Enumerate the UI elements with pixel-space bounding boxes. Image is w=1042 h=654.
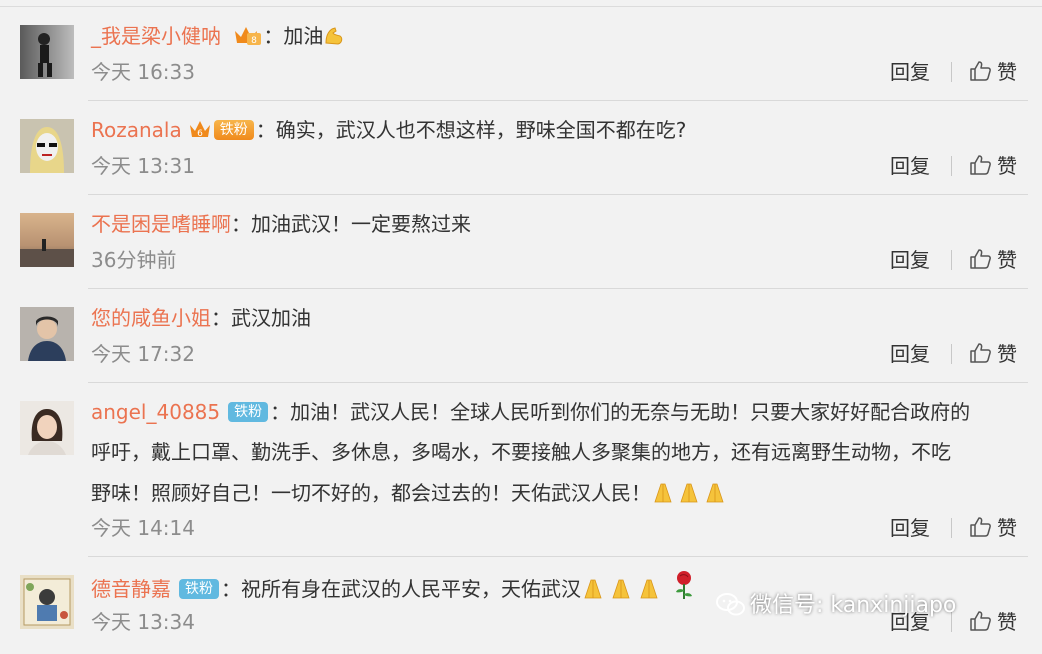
like-button[interactable]: 赞 <box>969 58 1017 86</box>
like-button[interactable]: 赞 <box>969 340 1017 368</box>
comment-time: 今天 16:33 <box>91 60 195 84</box>
action-divider <box>951 344 952 364</box>
like-button[interactable]: 赞 <box>969 514 1017 542</box>
separator: ： <box>263 24 284 48</box>
like-label: 赞 <box>997 60 1017 84</box>
comment-item: 您的咸鱼小姐：武汉加油 今天 17:32 回复 赞 <box>0 289 1042 383</box>
username-link[interactable]: 不是困是嗜睡啊 <box>91 212 231 236</box>
comment-header: 德音静嘉 铁粉 ：祝所有身在武汉的人民平安，天佑武汉 <box>91 570 697 609</box>
avatar[interactable] <box>20 575 74 629</box>
comment-time: 今天 14:14 <box>91 516 195 540</box>
comment-text-line-2: 呼吁，戴上口罩、勤洗手、多休息，多喝水，不要接触人多聚集的地方，还有远离野生动物… <box>91 440 951 464</box>
fan-badge: 铁粉 <box>213 120 254 140</box>
comment-text-line-3: 野味！照顾好自己！一切不好的，都会过去的！天佑武汉人民！ <box>91 481 651 505</box>
comment-text-line-1: 加油！武汉人民！全球人民听到你们的无奈与无助！只要大家好好配合政府的 <box>290 400 971 424</box>
thumbs-up-icon <box>970 611 991 631</box>
action-divider <box>951 62 952 82</box>
wechat-icon <box>716 593 745 616</box>
like-button[interactable]: 赞 <box>969 608 1017 636</box>
rose-icon <box>671 570 697 609</box>
comment-text: 加油 <box>283 24 324 48</box>
comment-time: 36分钟前 <box>91 248 177 272</box>
comment-item: Rozanala 6 铁粉 ：确实，武汉人也不想这样，野味全国不都在吃? 今天 13:… <box>0 101 1042 195</box>
avatar[interactable] <box>20 401 74 455</box>
separator: ： <box>270 400 291 424</box>
comment-time: 今天 13:34 <box>91 610 195 634</box>
comment-item: _我是梁小健呐 8 ：加油 今天 16:33 回复 赞 <box>0 7 1042 101</box>
comment-header: _我是梁小健呐 8 ：加油 <box>91 20 345 56</box>
avatar[interactable] <box>20 25 74 79</box>
vip-crown-icon: 6 <box>188 117 214 150</box>
reply-button[interactable]: 回复 <box>890 340 930 368</box>
comment-text-line-3-wrap: 野味！照顾好自己！一切不好的，都会过去的！天佑武汉人民！ <box>91 473 1031 518</box>
separator: ： <box>255 118 276 142</box>
username-link[interactable]: angel_40885 <box>91 400 220 424</box>
like-label: 赞 <box>997 154 1017 178</box>
comment-item: 不是困是嗜睡啊：加油武汉！一定要熬过来 36分钟前 回复 赞 <box>0 195 1042 289</box>
comment-header: Rozanala 6 铁粉 ：确实，武汉人也不想这样，野味全国不都在吃? <box>91 114 686 150</box>
comment-item: angel_40885 铁粉 ：加油！武汉人民！全球人民听到你们的无奈与无助！只要大… <box>0 383 1042 557</box>
username-link[interactable]: 您的咸鱼小姐 <box>91 306 211 330</box>
username-link[interactable]: _我是梁小健呐 <box>91 24 221 48</box>
comment-header: 您的咸鱼小姐：武汉加油 <box>91 302 311 334</box>
comment-text: 确实，武汉人也不想这样，野味全国不都在吃? <box>275 118 687 142</box>
username-link[interactable]: Rozanala <box>91 118 182 142</box>
folded-hands-icon <box>651 477 729 518</box>
wechat-watermark: 微信号: kanxinjiapo <box>716 587 956 619</box>
comment-text: 祝所有身在武汉的人民平安，天佑武汉 <box>241 577 581 601</box>
fan-badge: 铁粉 <box>179 579 219 599</box>
flexed-biceps-icon <box>323 24 345 56</box>
reply-button[interactable]: 回复 <box>890 514 930 542</box>
reply-button[interactable]: 回复 <box>890 152 930 180</box>
username-link[interactable]: 德音静嘉 <box>91 577 171 601</box>
avatar[interactable] <box>20 307 74 361</box>
comment-header: 不是困是嗜睡啊：加油武汉！一定要熬过来 <box>91 208 471 240</box>
like-button[interactable]: 赞 <box>969 152 1017 180</box>
action-divider <box>951 250 952 270</box>
folded-hands-icon <box>581 576 665 609</box>
like-button[interactable]: 赞 <box>969 246 1017 274</box>
like-label: 赞 <box>997 342 1017 366</box>
like-label: 赞 <box>997 610 1017 634</box>
like-label: 赞 <box>997 516 1017 540</box>
reply-button[interactable]: 回复 <box>890 58 930 86</box>
thumbs-up-icon <box>970 249 991 269</box>
comment-time: 今天 17:32 <box>91 342 195 366</box>
thumbs-up-icon <box>970 61 991 81</box>
comment-text: 加油武汉！一定要熬过来 <box>251 212 471 236</box>
svg-text:8: 8 <box>251 36 257 46</box>
thumbs-up-icon <box>970 155 991 175</box>
fan-badge: 铁粉 <box>228 402 269 422</box>
action-divider <box>951 156 952 176</box>
vip-crown-icon: 8 <box>233 23 263 56</box>
comment-text: 武汉加油 <box>231 306 311 330</box>
reply-button[interactable]: 回复 <box>890 246 930 274</box>
separator: ： <box>221 577 241 601</box>
top-divider <box>0 0 1042 7</box>
like-label: 赞 <box>997 248 1017 272</box>
watermark-text: 微信号: kanxinjiapo <box>750 593 957 618</box>
thumbs-up-icon <box>970 517 991 537</box>
comment-time: 今天 13:31 <box>91 154 195 178</box>
avatar[interactable] <box>20 119 74 173</box>
separator: ： <box>211 306 231 330</box>
avatar[interactable] <box>20 213 74 267</box>
separator: ： <box>231 212 251 236</box>
comment-header: angel_40885 铁粉 ：加油！武汉人民！全球人民听到你们的无奈与无助！只要大… <box>91 396 970 428</box>
svg-text:6: 6 <box>197 129 203 139</box>
comment-text-continued: 呼吁，戴上口罩、勤洗手、多休息，多喝水，不要接触人多聚集的地方，还有远离野生动物… <box>91 432 1031 518</box>
action-divider <box>951 518 952 538</box>
thumbs-up-icon <box>970 343 991 363</box>
